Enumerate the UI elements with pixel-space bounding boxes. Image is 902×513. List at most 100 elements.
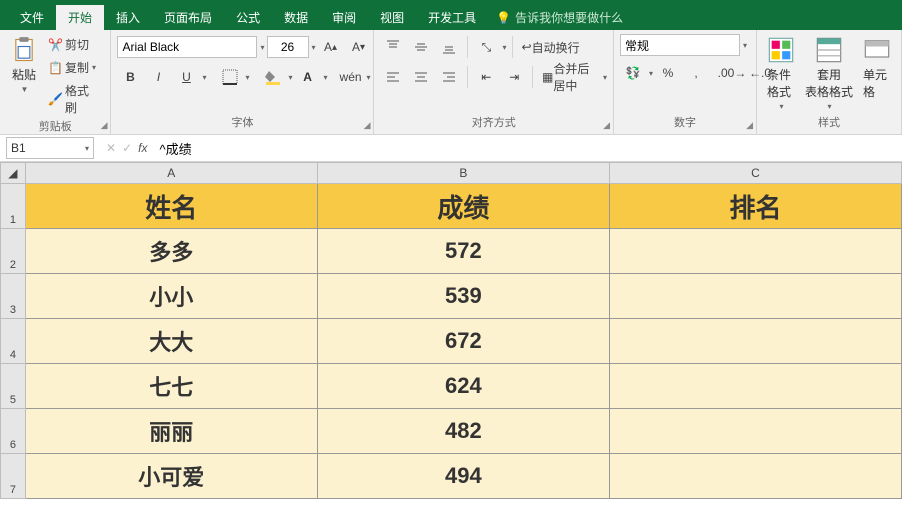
format-as-table-button[interactable]: 套用 表格格式▾	[801, 34, 857, 113]
tab-data[interactable]: 数据	[272, 5, 320, 30]
tab-home[interactable]: 开始	[56, 5, 104, 30]
border-button[interactable]	[217, 64, 243, 90]
cell[interactable]: 624	[317, 364, 609, 409]
align-middle-button[interactable]	[408, 34, 434, 60]
row-header[interactable]: 1	[1, 184, 26, 229]
chevron-down-icon[interactable]: ▾	[202, 73, 206, 82]
increase-font-button[interactable]: A▴	[318, 34, 344, 60]
chevron-down-icon[interactable]: ▾	[246, 73, 250, 82]
row-header[interactable]: 5	[1, 364, 26, 409]
paste-button[interactable]: 粘贴 ▼	[6, 34, 42, 96]
font-size-select[interactable]	[267, 36, 309, 58]
comma-button[interactable]: ,	[683, 60, 709, 86]
name-box[interactable]: B1 ▾	[6, 137, 94, 159]
row-header[interactable]: 4	[1, 319, 26, 364]
chevron-down-icon[interactable]: ▾	[324, 73, 328, 82]
tell-me[interactable]: 💡 告诉我你想要做什么	[488, 5, 631, 30]
number-format-select[interactable]	[620, 34, 740, 56]
align-top-button[interactable]	[380, 34, 406, 60]
decrease-indent-button[interactable]: ⇤	[473, 64, 499, 90]
table-style-icon	[815, 36, 843, 64]
increase-decimal-button[interactable]: .00→	[719, 60, 745, 86]
tab-dev[interactable]: 开发工具	[416, 5, 488, 30]
dialog-launcher-icon[interactable]: ◢	[603, 120, 610, 131]
dialog-launcher-icon[interactable]: ◢	[101, 120, 108, 131]
wrap-text-button[interactable]: ↩自动换行	[518, 34, 584, 60]
tab-formula[interactable]: 公式	[224, 5, 272, 30]
cell[interactable]: 482	[317, 409, 609, 454]
phonetic-button[interactable]: wén	[338, 64, 364, 90]
tab-layout[interactable]: 页面布局	[152, 5, 224, 30]
fill-color-button[interactable]	[260, 64, 286, 90]
align-bottom-button[interactable]	[436, 34, 462, 60]
cell[interactable]: 小小	[25, 274, 317, 319]
chevron-down-icon[interactable]: ▾	[502, 43, 506, 52]
conditional-format-button[interactable]: 条件格式▾	[763, 34, 799, 113]
row-header[interactable]: 7	[1, 454, 26, 499]
cell[interactable]: 多多	[25, 229, 317, 274]
cell[interactable]	[609, 454, 901, 499]
italic-button[interactable]: I	[145, 64, 171, 90]
group-font: ▾ ▾ A▴ A▾ B I U▾ ▾ ▾ A▾ wén▾ 字体 ◢	[111, 30, 374, 134]
cell[interactable]: 小可爱	[25, 454, 317, 499]
font-color-button[interactable]: A	[295, 64, 321, 90]
underline-button[interactable]: U	[173, 64, 199, 90]
cancel-icon[interactable]: ✕	[106, 141, 116, 155]
chevron-down-icon[interactable]: ▾	[85, 144, 89, 153]
fx-icon[interactable]: fx	[138, 141, 147, 155]
cell[interactable]: 姓名	[25, 184, 317, 229]
worksheet-grid[interactable]: ◢ A B C 1 姓名 成绩 排名 2 多多 572 3 小小 539 4 大…	[0, 162, 902, 513]
cell[interactable]: 七七	[25, 364, 317, 409]
chevron-down-icon[interactable]: ▾	[367, 73, 371, 82]
cell[interactable]	[609, 409, 901, 454]
chevron-down-icon[interactable]: ▾	[743, 41, 747, 50]
tab-review[interactable]: 审阅	[320, 5, 368, 30]
cell[interactable]	[609, 319, 901, 364]
dialog-launcher-icon[interactable]: ◢	[364, 120, 371, 131]
row-header[interactable]: 3	[1, 274, 26, 319]
merge-center-button[interactable]: ▦合并后居中	[538, 64, 600, 90]
row-header[interactable]: 2	[1, 229, 26, 274]
bold-button[interactable]: B	[117, 64, 143, 90]
chevron-down-icon[interactable]: ▾	[260, 43, 264, 52]
tab-insert[interactable]: 插入	[104, 5, 152, 30]
font-name-select[interactable]	[117, 36, 257, 58]
formula-input[interactable]	[153, 137, 902, 159]
align-left-button[interactable]	[380, 64, 406, 90]
cell-styles-button[interactable]: 单元格	[859, 34, 895, 102]
align-center-button[interactable]	[408, 64, 434, 90]
cell[interactable]: 大大	[25, 319, 317, 364]
orientation-button[interactable]: ⤡	[473, 34, 499, 60]
cell[interactable]: 539	[317, 274, 609, 319]
cell[interactable]	[609, 229, 901, 274]
col-header-b[interactable]: B	[317, 163, 609, 184]
percent-button[interactable]: %	[655, 60, 681, 86]
increase-indent-button[interactable]: ⇥	[501, 64, 527, 90]
cell[interactable]: 成绩	[317, 184, 609, 229]
tab-view[interactable]: 视图	[368, 5, 416, 30]
copy-button[interactable]: 📋复制▾	[44, 57, 104, 78]
chevron-down-icon[interactable]: ▾	[603, 73, 607, 82]
cell[interactable]: 672	[317, 319, 609, 364]
cell[interactable]: 丽丽	[25, 409, 317, 454]
chevron-down-icon[interactable]: ▾	[649, 69, 653, 78]
accounting-format-button[interactable]: 💱	[620, 60, 646, 86]
col-header-c[interactable]: C	[609, 163, 901, 184]
cut-button[interactable]: ✂️剪切	[44, 34, 104, 55]
cell[interactable]	[609, 364, 901, 409]
tab-file[interactable]: 文件	[8, 5, 56, 30]
enter-icon[interactable]: ✓	[122, 141, 132, 155]
chevron-down-icon[interactable]: ▾	[289, 73, 293, 82]
format-painter-button[interactable]: 🖌️格式刷	[44, 80, 104, 118]
select-all-corner[interactable]: ◢	[1, 163, 26, 184]
col-header-a[interactable]: A	[25, 163, 317, 184]
cell[interactable]: 494	[317, 454, 609, 499]
dialog-launcher-icon[interactable]: ◢	[746, 120, 753, 131]
cell[interactable]: 排名	[609, 184, 901, 229]
row-header[interactable]: 6	[1, 409, 26, 454]
align-right-button[interactable]	[436, 64, 462, 90]
chevron-down-icon[interactable]: ▾	[312, 43, 316, 52]
cell[interactable]: 572	[317, 229, 609, 274]
decrease-font-button[interactable]: A▾	[346, 34, 372, 60]
cell[interactable]	[609, 274, 901, 319]
